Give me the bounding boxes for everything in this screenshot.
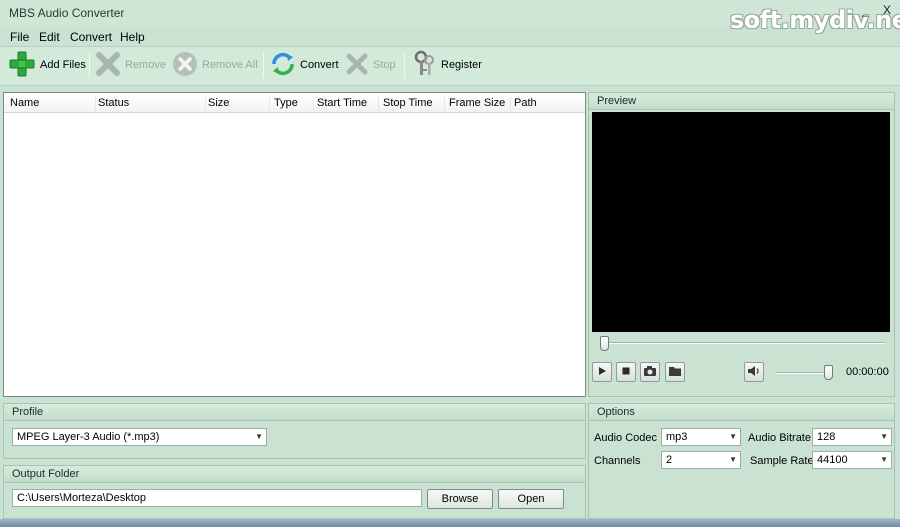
toolbar-separator [404, 52, 405, 78]
chevron-down-icon: ▼ [729, 432, 737, 441]
file-list-header: Name Status Size Type Start Time Stop Ti… [4, 93, 585, 113]
stop-square-icon [621, 366, 631, 379]
snapshot-button[interactable] [640, 362, 660, 382]
play-button[interactable] [592, 362, 612, 382]
menu-file[interactable]: File [10, 30, 29, 44]
add-files-label: Add Files [40, 59, 86, 71]
column-header-size[interactable]: Size [208, 97, 270, 111]
taskbar-strip [0, 519, 900, 527]
preview-screen [592, 112, 890, 332]
keys-icon [413, 50, 437, 81]
output-folder-path: C:\Users\Morteza\Desktop [17, 492, 146, 504]
audio-bitrate-label: Audio Bitrate [748, 432, 811, 444]
toolbar-separator [89, 52, 90, 78]
register-label: Register [441, 59, 482, 71]
open-button[interactable]: Open [498, 489, 564, 509]
channels-label: Channels [594, 455, 641, 467]
remove-x-icon [95, 51, 121, 80]
add-files-button[interactable]: Add Files [8, 50, 86, 80]
options-panel-title: Options [588, 403, 895, 421]
profile-value: MPEG Layer-3 Audio (*.mp3) [17, 431, 160, 443]
audio-codec-dropdown[interactable]: mp3 ▼ [661, 428, 741, 446]
plus-icon [8, 50, 36, 81]
seek-track[interactable] [600, 342, 884, 344]
menu-convert[interactable]: Convert [70, 30, 112, 44]
remove-all-icon [172, 51, 198, 80]
convert-arrows-icon [270, 51, 296, 80]
column-header-name[interactable]: Name [10, 97, 96, 111]
window-title: MBS Audio Converter [9, 6, 125, 20]
remove-label: Remove [125, 59, 166, 71]
volume-track[interactable] [776, 372, 828, 374]
output-folder-panel-title: Output Folder [3, 465, 586, 483]
remove-all-button[interactable]: Remove All [172, 50, 258, 80]
sample-rate-label: Sample Rate [750, 455, 814, 467]
stop-button[interactable]: Stop [345, 50, 396, 80]
stop-playback-button[interactable] [616, 362, 636, 382]
audio-bitrate-dropdown[interactable]: 128 ▼ [812, 428, 892, 446]
output-folder-input[interactable]: C:\Users\Morteza\Desktop [12, 489, 422, 507]
menu-edit[interactable]: Edit [39, 30, 60, 44]
column-header-status[interactable]: Status [98, 97, 206, 111]
profile-panel-title: Profile [3, 403, 586, 421]
open-folder-button[interactable] [665, 362, 685, 382]
audio-bitrate-value: 128 [817, 431, 836, 443]
stop-x-icon [345, 52, 369, 79]
speaker-icon [747, 365, 761, 380]
file-list[interactable]: Name Status Size Type Start Time Stop Ti… [3, 92, 586, 397]
stop-label: Stop [373, 59, 396, 71]
column-header-start-time[interactable]: Start Time [317, 97, 379, 111]
volume-slider-thumb[interactable] [824, 365, 833, 380]
menu-help[interactable]: Help [120, 30, 145, 44]
seek-slider-thumb[interactable] [600, 336, 609, 351]
browse-button[interactable]: Browse [427, 489, 493, 509]
camera-icon [643, 365, 657, 380]
column-header-stop-time[interactable]: Stop Time [383, 97, 445, 111]
remove-button[interactable]: Remove [95, 50, 166, 80]
column-header-frame-size[interactable]: Frame Size [449, 97, 511, 111]
remove-all-label: Remove All [202, 59, 258, 71]
folder-icon [668, 365, 682, 380]
sample-rate-dropdown[interactable]: 44100 ▼ [812, 451, 892, 469]
channels-value: 2 [666, 454, 673, 466]
sample-rate-value: 44100 [817, 454, 848, 466]
channels-dropdown[interactable]: 2 ▼ [661, 451, 741, 469]
preview-panel-title: Preview [588, 92, 895, 110]
minimize-button[interactable]: _ [858, 4, 872, 16]
audio-codec-label: Audio Codec [594, 432, 657, 444]
column-header-path[interactable]: Path [514, 97, 554, 111]
column-header-type[interactable]: Type [274, 97, 314, 111]
chevron-down-icon: ▼ [880, 432, 888, 441]
chevron-down-icon: ▼ [729, 455, 737, 464]
toolbar-separator [263, 52, 264, 78]
audio-codec-value: mp3 [666, 431, 688, 443]
convert-label: Convert [300, 59, 339, 71]
profile-dropdown[interactable]: MPEG Layer-3 Audio (*.mp3) ▼ [12, 428, 267, 446]
register-button[interactable]: Register [413, 50, 482, 80]
play-icon [597, 366, 607, 379]
chevron-down-icon: ▼ [255, 432, 263, 441]
convert-button[interactable]: Convert [270, 50, 339, 80]
time-display: 00:00:00 [846, 366, 889, 378]
close-button[interactable]: X [880, 4, 894, 16]
chevron-down-icon: ▼ [880, 455, 888, 464]
mute-button[interactable] [744, 362, 764, 382]
